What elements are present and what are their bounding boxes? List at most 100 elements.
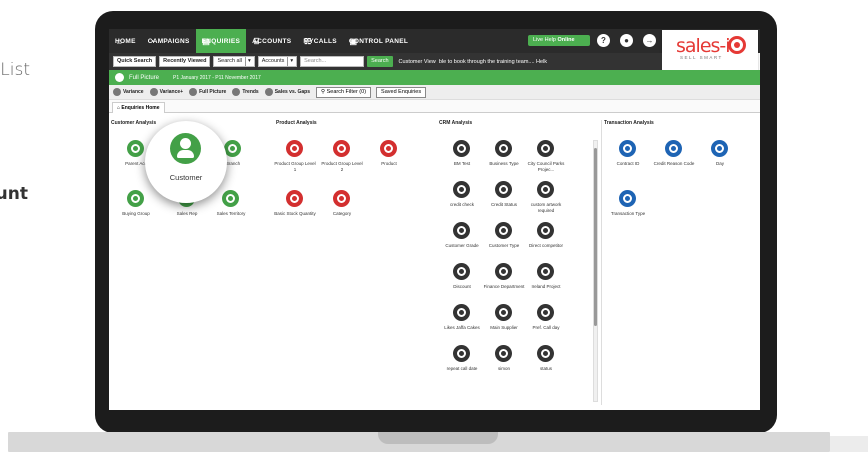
sales-vs-gaps-button[interactable]: Sales vs. Gaps [264,88,310,96]
nav-enquiries[interactable]: ▤ ENQUIRIES [195,29,247,53]
crm-item[interactable]: Direct competitor [524,222,568,260]
item-label: Main Supplier [490,325,518,330]
search-category-select[interactable]: Accounts ▾ [257,56,298,67]
crm-item[interactable]: Business Type [482,140,526,178]
crm-item[interactable]: credit check [440,181,484,219]
crm-item[interactable]: repeat call date [440,345,484,383]
enquiries-icon: ▤ [202,36,211,46]
crm-field-icon [453,345,470,362]
search-input[interactable]: Search... [300,56,365,67]
customer-analysis-title: Customer Analysis [111,120,157,126]
customer-item-sales-territory[interactable]: Sales Territory [209,190,253,220]
item-label: Category [332,211,352,216]
transaction-item-credit-reason-code[interactable]: Credit Reason Code [652,140,696,170]
quick-search-button[interactable]: Quick Search [113,56,157,67]
recently-viewed-button[interactable]: Recently Viewed [159,56,211,67]
search-scope-value: Search all [217,58,242,64]
customer-bubble-label: Customer [169,173,203,182]
crm-item[interactable]: City Council Parks Projec... [524,140,568,178]
item-label: Customer Type [488,243,520,248]
item-label: Customer Grade [445,243,479,248]
search-button[interactable]: Search [367,56,393,67]
enquiry-toolbar: Variance Variance+ Full Picture Trends S… [109,85,760,100]
crm-field-icon [495,345,512,362]
product-item-category[interactable]: Category [320,190,364,225]
tab-enquiries-home[interactable]: ⌂ Enquiries Home [112,102,165,113]
variance-button[interactable]: Variance [113,88,144,96]
trends-button[interactable]: Trends [232,88,259,96]
chevron-down-icon: ▾ [287,57,293,66]
nav-mycalls[interactable]: ☷ MYCALLS [297,29,343,53]
search-bar: Quick Search Recently Viewed Search all ▾… [109,53,662,70]
crm-analysis-section: CRM Analysis BM Test Business Type City Co… [439,120,591,410]
user-icon[interactable]: ● [620,34,633,47]
variance-label: Variance [123,89,144,95]
item-label: Likes Jaffa Cakes [444,325,480,330]
crm-field-icon [495,140,512,157]
crm-item[interactable]: Main Supplier [482,304,526,342]
nav-campaigns[interactable]: ◔ CAMPAIGNS [142,29,196,53]
search-filter-button[interactable]: ⚲ Search Filter (0) [316,86,372,98]
transaction-item-contract-id[interactable]: Contract ID [606,140,650,170]
transaction-item-day[interactable]: Day [698,140,742,170]
product-analysis-section: Product Analysis Product Group Level 1 P… [273,120,434,410]
search-filter-label: Search Filter (0) [326,88,367,95]
item-label: Product [381,161,397,166]
crm-item[interactable]: BM Test [440,140,484,178]
crm-field-icon [495,304,512,321]
saved-enquiries-button[interactable]: Saved Enquiries [376,86,427,98]
variance-plus-button[interactable]: Variance+ [149,88,183,96]
item-label: Credit Status [490,202,517,207]
crm-scrollbar-thumb[interactable] [594,148,597,326]
trends-label: Trends [242,89,259,95]
nav-control-panel[interactable]: ▣ CONTROL PANEL [343,29,414,53]
product-item-group-level-1[interactable]: Product Group Level 1 [273,140,317,175]
crm-item[interactable]: Discount [440,263,484,301]
crm-item[interactable]: Customer Type [482,222,526,260]
crm-field-icon [537,181,554,198]
crm-item[interactable]: Credit Status [482,181,526,219]
item-label: Contract ID [616,161,640,166]
transaction-item-transaction-type[interactable]: Transaction Type [606,190,650,220]
crm-field-icon [537,140,554,157]
help-icon[interactable]: ? [597,34,610,47]
transaction-type-icon [619,190,636,207]
product-item-group-level-2[interactable]: Product Group Level 2 [320,140,364,175]
crm-item[interactable]: simon [482,345,526,383]
customer-view-label[interactable]: Customer View [399,59,436,65]
crm-item[interactable]: Ireland Project [524,263,568,301]
stage: List Account ⌂HOME ◔CAMPAIGNS ▤ENQUIRIES… [0,0,868,452]
crm-item[interactable]: Customer Grade [440,222,484,260]
crm-item[interactable]: status [524,345,568,383]
nav-home[interactable]: ⌂ HOME [109,29,142,53]
full-picture-button[interactable]: Full Picture [189,88,226,96]
trends-icon [232,88,241,96]
sales-vs-gaps-icon [264,88,273,96]
crm-field-icon [537,222,554,239]
product-item-basic-stock-quantity[interactable]: Basic Stock Quantity [273,190,317,225]
customer-zoom-bubble[interactable]: Customer [145,121,227,203]
item-label: Transaction Type [610,211,646,216]
product-group-level-2-icon [333,140,350,157]
crm-item[interactable]: Likes Jaffa Cakes [440,304,484,342]
crm-item[interactable]: Pref. Call day [524,304,568,342]
logout-icon[interactable]: → [643,34,656,47]
item-label: Credit Reason Code [653,161,695,166]
tab-enquiries-home-label: Enquiries Home [121,105,160,111]
customer-item-buying-group[interactable]: Buying Group [114,190,158,220]
product-item-product[interactable]: Product [367,140,411,175]
crm-field-icon [453,140,470,157]
full-picture-icon [115,73,124,82]
search-scope-select[interactable]: Search all ▾ [213,56,255,67]
product-group-level-1-icon [286,140,303,157]
customer-bubble-icon [170,133,201,164]
credit-reason-code-icon [665,140,682,157]
crm-item[interactable]: custom artwork required [524,181,568,219]
nav-accounts[interactable]: ⌸ ACCOUNTS [246,29,297,53]
ticker-text: ble to book through the training team...… [438,58,548,65]
crm-item[interactable]: Finance Department [482,263,526,301]
transaction-analysis-title: Transaction Analysis [604,120,654,126]
live-help-button[interactable]: Live Help Online [528,35,590,46]
home-icon: ⌂ [116,36,123,46]
parent-account-icon [127,140,144,157]
